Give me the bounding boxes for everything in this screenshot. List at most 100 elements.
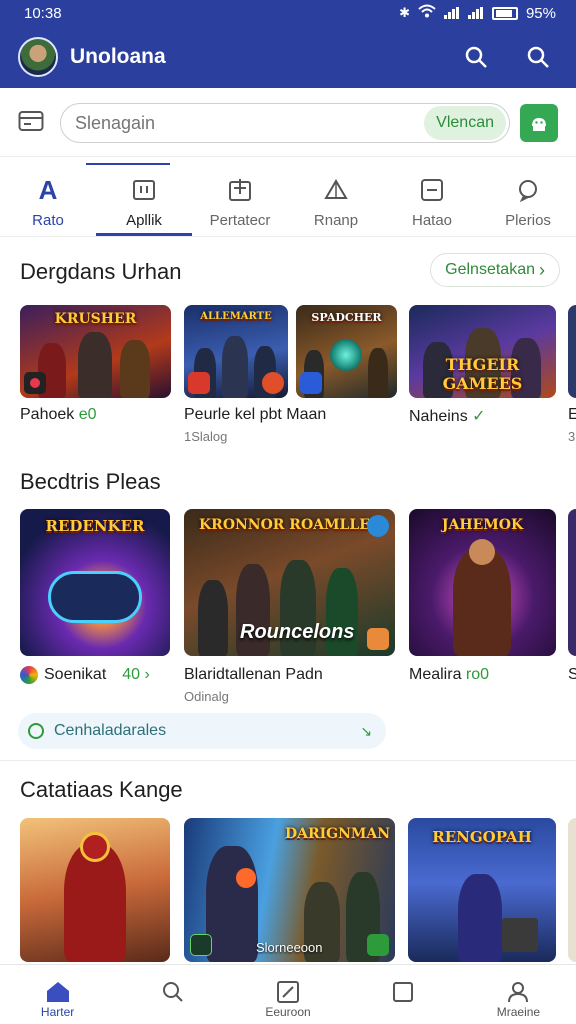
divider (0, 236, 576, 237)
window-icon (133, 180, 155, 200)
nav-label: Harter (40, 1005, 75, 1019)
art-caption: Slorneeoon (256, 940, 323, 955)
game-thumbnail: KRUSHER (20, 305, 171, 398)
search-button-secondary[interactable] (518, 37, 558, 77)
app-badge-icon (190, 934, 212, 956)
art-title: DARIGNMAN (284, 826, 391, 842)
game-card[interactable]: REDENKER Soenikat 40 › (20, 509, 170, 699)
card-subtitle: 1Slalog (184, 429, 228, 444)
section-title: Catatiaas Kange (20, 777, 183, 802)
chevron-right-icon: › (539, 259, 545, 280)
see-more-button[interactable]: Gelnsetakan › (430, 253, 560, 287)
tab-rato[interactable]: A Rato (0, 166, 96, 236)
art-title: JAHEMOK (441, 517, 524, 533)
game-card[interactable]: E 3 (568, 305, 576, 445)
game-thumbnail: ALLEMARTE (184, 305, 288, 398)
see-more-label: Gelnsetakan (445, 261, 535, 278)
game-card[interactable]: S (568, 509, 576, 699)
add-box-icon (229, 179, 251, 201)
promo-banner[interactable]: Cenhaladarales ↘ (18, 713, 386, 749)
app-badge-icon (24, 372, 46, 394)
divider (0, 760, 576, 761)
game-thumbnail (568, 818, 576, 962)
search-box: Vlencan (60, 103, 510, 143)
tab-label: Apllik (126, 212, 162, 229)
circle-icon (28, 723, 44, 739)
game-thumbnail (568, 305, 576, 398)
bottom-navigation: Harter Eeuroon Mraeine (0, 964, 576, 1024)
app-badge-icon (188, 372, 210, 394)
card-title: E (568, 406, 576, 423)
search-row: Vlencan (0, 100, 576, 146)
search-button[interactable] (456, 37, 496, 77)
card-icon[interactable] (18, 110, 44, 137)
app-title: Unoloana (70, 45, 166, 68)
card-title: Soenikat 40 › (20, 666, 150, 684)
art-title: SPADCHER (311, 311, 382, 324)
game-card[interactable]: DARIGNMAN Slorneeoon (184, 818, 395, 962)
game-card[interactable]: SPADCHER (296, 305, 397, 398)
search-input[interactable] (75, 112, 425, 134)
signal-icon (467, 7, 484, 19)
home-icon (46, 982, 69, 1002)
nav-label: Mraeine (496, 1005, 541, 1019)
android-button[interactable] (520, 104, 558, 142)
card-title: Naheins ✓ (409, 408, 486, 425)
game-thumbnail: THGEIR GAMEES (409, 305, 556, 398)
game-thumbnail (568, 509, 576, 656)
app-badge-icon (300, 372, 322, 394)
game-card[interactable]: RENGOPAH (408, 818, 556, 962)
app-badge-icon (367, 628, 389, 650)
nav-search[interactable] (115, 965, 230, 1024)
art-title: REDENKER (45, 517, 145, 535)
nav-square[interactable] (346, 965, 461, 1024)
card-title: Pahoek e0 (20, 406, 97, 423)
art-title: ALLEMARTE (200, 311, 272, 322)
nav-profile[interactable]: Mraeine (461, 965, 576, 1024)
game-thumbnail: DARIGNMAN Slorneeoon (184, 818, 395, 962)
top-app-bar: 10:38 ✱ 95% Unoloana (0, 0, 576, 88)
letter-a-icon: A (38, 174, 58, 205)
game-card[interactable]: ALLEMARTE Peurle kel pbt Maan 1Slalog (184, 305, 326, 445)
tab-label: Hatao (411, 212, 453, 229)
game-card[interactable]: THGEIR GAMEES Naheins ✓ (409, 305, 556, 445)
search-submit-chip[interactable]: Vlencan (424, 106, 506, 140)
app-badge-icon (20, 666, 38, 684)
game-card[interactable]: KRONNOR ROAMLLES Rouncelons Blaridtallen… (184, 509, 395, 709)
art-caption: Rouncelons (240, 621, 355, 643)
section-title: Dergdans Urhan (20, 259, 182, 284)
chat-icon (519, 180, 537, 202)
tab-top-indicator (86, 163, 170, 165)
nav-home[interactable]: Harter (0, 965, 115, 1024)
card-title: Peurle kel pbt Maan (184, 406, 327, 423)
app-badge-icon (367, 934, 389, 956)
search-icon (527, 46, 549, 68)
game-thumbnail: REDENKER (20, 509, 170, 656)
game-card[interactable]: KRUSHER Pahoek e0 (20, 305, 171, 445)
wifi-icon (418, 4, 436, 22)
nav-label: Eeuroon (265, 1005, 311, 1019)
tab-rnanp[interactable]: Rnanp (288, 166, 384, 236)
app-badge-icon (262, 372, 284, 394)
game-card[interactable]: JAHEMOK Mealira ro0 (409, 509, 556, 699)
search-icon (465, 46, 487, 68)
card-title: S (568, 666, 576, 683)
card-title: Blaridtallenan Padn (184, 666, 323, 683)
status-time: 10:38 (24, 4, 62, 22)
square-icon (393, 982, 414, 1002)
nav-edit[interactable]: Eeuroon (230, 965, 345, 1024)
tab-apllik[interactable]: Apllik (96, 166, 192, 236)
minus-box-icon (421, 179, 443, 201)
tab-pertatecr[interactable]: Pertatecr (192, 166, 288, 236)
game-card[interactable] (20, 818, 170, 962)
avatar[interactable] (18, 37, 58, 77)
tab-plerios[interactable]: Plerios (480, 166, 576, 236)
status-bar: 10:38 ✱ 95% (0, 0, 576, 26)
tab-hatao[interactable]: Hatao (384, 166, 480, 236)
game-card[interactable] (568, 818, 576, 962)
art-title: KRONNOR ROAMLLES (199, 517, 380, 533)
status-icons: ✱ 95% (399, 4, 556, 22)
category-tabs: A Rato Apllik Pertatecr Rnanp Hatao Pler… (0, 166, 576, 236)
app-bar: Unoloana (0, 26, 576, 88)
tab-label: Rnanp (313, 212, 359, 229)
